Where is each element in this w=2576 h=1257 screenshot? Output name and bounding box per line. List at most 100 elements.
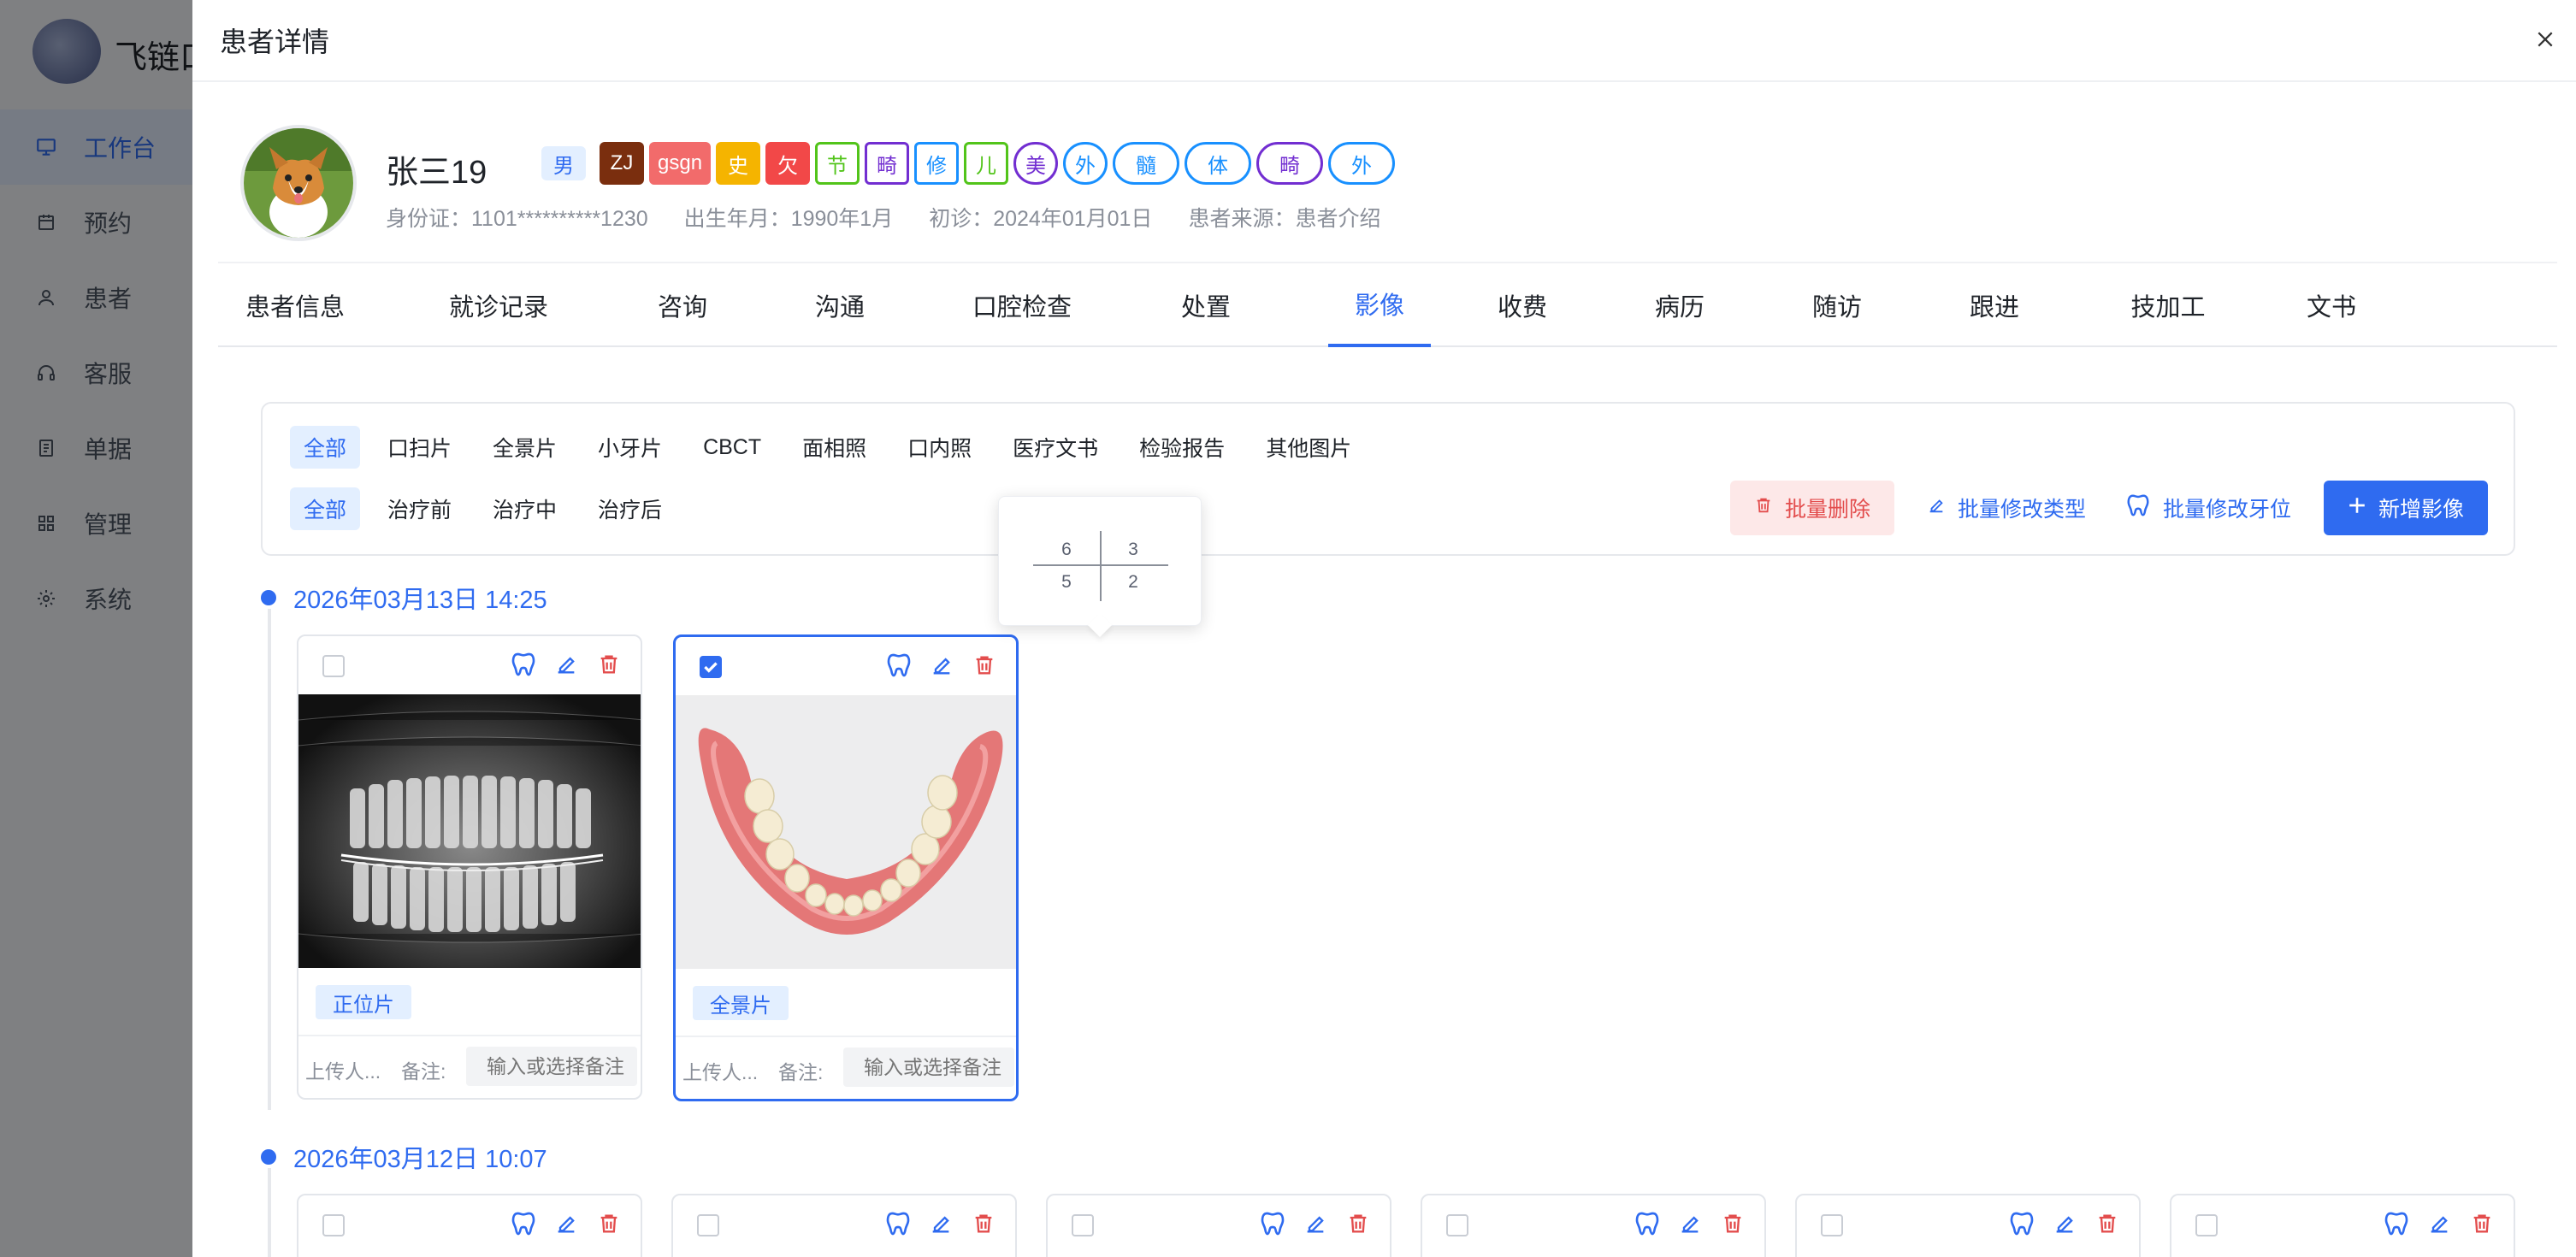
trash-icon[interactable] <box>2467 1209 2496 1238</box>
filter-type-cbct[interactable]: CBCT <box>689 426 775 469</box>
patient-detail-drawer: 患者详情 张三19 男 ZJ gsgn 史 欠 节 畸 修 儿 美 外 髓 体 … <box>192 0 2576 1257</box>
tab-treatment[interactable]: 处置 <box>1176 263 1236 347</box>
edit-icon[interactable] <box>2050 1209 2079 1238</box>
tab-imaging[interactable]: 影像 <box>1328 263 1431 347</box>
edit-icon[interactable] <box>926 1209 955 1238</box>
filter-stage-during[interactable]: 治疗中 <box>479 487 570 530</box>
tooth-icon[interactable] <box>2007 1209 2036 1238</box>
batch-delete-label: 批量删除 <box>1784 498 1870 522</box>
tooth-icon[interactable] <box>1633 1209 1662 1238</box>
tab-billing[interactable]: 收费 <box>1492 263 1552 347</box>
patient-tag: 修 <box>914 142 960 185</box>
tab-visit-records[interactable]: 就诊记录 <box>447 263 550 347</box>
patient-tag: 儿 <box>964 142 1009 185</box>
select-checkbox[interactable] <box>700 656 722 678</box>
trash-icon <box>1754 496 1773 521</box>
patient-tag: 外 <box>1328 142 1396 185</box>
select-checkbox[interactable] <box>322 655 345 677</box>
filter-type-lab-report[interactable]: 检验报告 <box>1126 426 1238 469</box>
filter-type-panoramic[interactable]: 全景片 <box>479 426 570 469</box>
tooth-icon[interactable] <box>2382 1209 2411 1238</box>
timeline-line <box>268 1168 271 1257</box>
close-icon <box>2536 30 2555 53</box>
tab-follow-up[interactable]: 随访 <box>1807 263 1867 347</box>
tooth-icon[interactable] <box>1258 1209 1287 1238</box>
image-group-header: 2026年03月13日 14:25 <box>261 580 547 616</box>
filter-type-scan[interactable]: 口扫片 <box>374 426 465 469</box>
card-toolbar <box>2171 1195 2514 1254</box>
edit-icon[interactable] <box>1675 1209 1705 1238</box>
patient-tag: 体 <box>1185 142 1252 185</box>
image-card <box>2170 1194 2515 1257</box>
filter-type-face-photo[interactable]: 面相照 <box>789 426 880 469</box>
trash-icon[interactable] <box>594 650 623 679</box>
tooth-icon[interactable] <box>884 651 913 680</box>
patient-tag: gsgn <box>649 142 712 185</box>
tab-documents[interactable]: 文书 <box>2301 263 2361 347</box>
edit-icon[interactable] <box>927 651 956 680</box>
panoramic-xray-image[interactable] <box>298 694 641 968</box>
tooth-icon[interactable] <box>509 650 538 679</box>
select-checkbox[interactable] <box>1446 1214 1468 1236</box>
select-checkbox[interactable] <box>697 1214 719 1236</box>
close-button[interactable] <box>2528 24 2562 58</box>
gender-badge: 男 <box>541 146 586 180</box>
filter-type-medical-doc[interactable]: 医疗文书 <box>999 426 1112 469</box>
select-checkbox[interactable] <box>1821 1214 1843 1236</box>
filter-type-periapical[interactable]: 小牙片 <box>584 426 676 469</box>
patient-name: 张三19 <box>386 155 487 191</box>
tooth-icon[interactable] <box>509 1209 538 1238</box>
filter-type-all[interactable]: 全部 <box>290 426 361 469</box>
tab-tracking[interactable]: 跟进 <box>1964 263 2024 347</box>
select-checkbox[interactable] <box>1072 1214 1094 1236</box>
image-group-header: 2026年03月12日 10:07 <box>261 1139 547 1175</box>
select-checkbox[interactable] <box>2195 1214 2218 1236</box>
patient-tag: 节 <box>815 142 860 185</box>
trash-icon[interactable] <box>969 1209 998 1238</box>
filter-type-other[interactable]: 其他图片 <box>1252 426 1365 469</box>
first-visit: 初诊：2024年01月01日 <box>929 207 1153 231</box>
patient-tag: 外 <box>1063 142 1108 185</box>
tab-oral-exam[interactable]: 口腔检查 <box>971 263 1073 347</box>
denture-model-image[interactable] <box>676 695 1016 969</box>
remark-input[interactable] <box>843 1048 1014 1087</box>
tooth-upper-right: 3 <box>1128 540 1138 559</box>
trash-icon[interactable] <box>1344 1209 1373 1238</box>
card-actions <box>883 1209 998 1238</box>
image-type-badge[interactable]: 全景片 <box>693 986 789 1020</box>
tooth-upper-left: 6 <box>1061 540 1072 559</box>
detail-tabs: 患者信息 就诊记录 咨询 沟通 口腔检查 处置 影像 收费 病历 随访 跟进 技… <box>218 262 2557 347</box>
trash-icon[interactable] <box>1718 1209 1747 1238</box>
batch-change-type-button[interactable]: 批量修改类型 <box>1920 481 2093 535</box>
tab-patient-info[interactable]: 患者信息 <box>244 263 346 347</box>
patient-info: 身份证：1101**********1230 出生年月：1990年1月 初诊：2… <box>386 202 1380 233</box>
batch-change-tooth-button[interactable]: 批量修改牙位 <box>2118 481 2298 535</box>
edit-icon[interactable] <box>1301 1209 1330 1238</box>
edit-icon[interactable] <box>2425 1209 2454 1238</box>
filter-stage-after[interactable]: 治疗后 <box>584 487 676 530</box>
tooth-icon[interactable] <box>883 1209 913 1238</box>
image-type-badge[interactable]: 正位片 <box>316 985 411 1019</box>
image-card: 正位片 上传人... 备注: <box>297 634 642 1100</box>
add-image-button[interactable]: 新增影像 <box>2323 481 2488 535</box>
trash-icon[interactable] <box>594 1209 623 1238</box>
tab-medical-record[interactable]: 病历 <box>1650 263 1710 347</box>
group-date: 2026年03月12日 10:07 <box>293 1146 547 1173</box>
filter-stage-before[interactable]: 治疗前 <box>374 487 465 530</box>
select-checkbox[interactable] <box>322 1214 345 1236</box>
filter-stage-all[interactable]: 全部 <box>290 487 361 530</box>
trash-icon[interactable] <box>970 651 999 680</box>
tab-consult[interactable]: 咨询 <box>653 263 712 347</box>
filter-type-intraoral[interactable]: 口内照 <box>894 426 985 469</box>
trash-icon[interactable] <box>2093 1209 2122 1238</box>
edit-icon[interactable] <box>552 650 581 679</box>
card-toolbar <box>298 636 641 694</box>
tab-lab-work[interactable]: 技加工 <box>2125 263 2211 347</box>
patient-tag: 美 <box>1013 142 1059 185</box>
patient-tag: 畸 <box>1256 142 1324 185</box>
tab-communication[interactable]: 沟通 <box>810 263 870 347</box>
batch-delete-button[interactable]: 批量删除 <box>1729 481 1894 535</box>
card-footer: 上传人... 备注: <box>676 1037 1016 1099</box>
edit-icon[interactable] <box>552 1209 581 1238</box>
remark-input[interactable] <box>466 1047 637 1086</box>
